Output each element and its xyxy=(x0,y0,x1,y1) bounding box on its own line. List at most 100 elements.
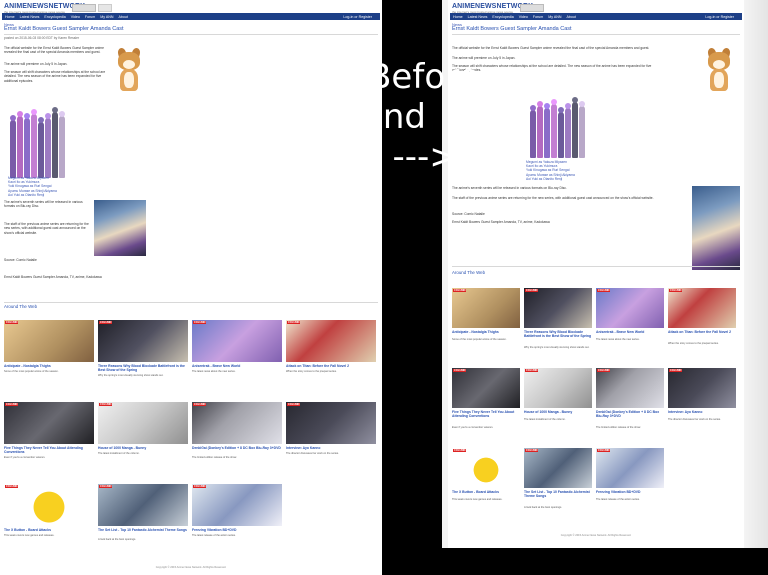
divider xyxy=(4,34,378,35)
related-card[interactable]: COLUMN DenkiGai (Donkey's Edition + 8 DC… xyxy=(192,402,282,482)
header-badge-2[interactable] xyxy=(98,4,112,12)
nav-item[interactable]: Home xyxy=(453,15,463,19)
nav-item[interactable]: About xyxy=(118,15,127,19)
related-card[interactable]: COLUMN DenkiGai (Donkey's Edition + 8 DC… xyxy=(596,368,664,446)
nav-item[interactable]: Encyclopedia xyxy=(44,15,65,19)
card-title[interactable]: The X Button - Board Attacks xyxy=(4,528,94,532)
column-badge: COLUMN xyxy=(193,321,207,324)
column-badge: COLUMN xyxy=(287,403,301,406)
list-item[interactable]: Aoi Yuki as Otanito Renji xyxy=(8,193,57,197)
card-title[interactable]: House of 1000 Manga - Bunny xyxy=(524,410,592,414)
card-title[interactable]: Three Reasons Why Blood Blockade Battlef… xyxy=(98,364,188,372)
related-card[interactable]: COLUMN The Set List - Top 10 Fantastic A… xyxy=(524,448,592,526)
tag-list: Ernst Kaldt Bowers Guest Sampler Amanda,… xyxy=(452,220,550,224)
related-card[interactable]: COLUMN Anisentrak - Brave New World The … xyxy=(192,320,282,400)
card-title[interactable]: Attack on Titan: Before the Fall Novel 2 xyxy=(668,330,736,334)
login-link[interactable]: Log-in or Register xyxy=(705,15,734,19)
related-card[interactable]: COLUMN Attack on Titan: Before the Fall … xyxy=(286,320,376,400)
divider xyxy=(452,34,740,35)
related-grid: COLUMN Anticipate - Nostalgia Thighs Som… xyxy=(452,288,740,528)
related-card[interactable]: COLUMN Anisentrak - Brave New World The … xyxy=(596,288,664,366)
card-desc: Even if you're a convention veteran. xyxy=(452,426,494,429)
card-title[interactable]: Interview: Ayo Kanno xyxy=(668,410,736,414)
card-title[interactable]: Freezing Vibration BD+DVD xyxy=(596,490,664,494)
nav-item[interactable]: Latest News xyxy=(468,15,488,19)
key-visual-image xyxy=(94,200,146,256)
card-title[interactable]: Anisentrak - Brave New World xyxy=(596,330,664,334)
nav-item[interactable]: About xyxy=(566,15,575,19)
nav-item[interactable]: Video xyxy=(519,15,528,19)
nav-item[interactable]: My ANN xyxy=(100,15,113,19)
footer-copyright: Copyright © 2015 Anime News Network. All… xyxy=(155,566,227,569)
related-card[interactable]: COLUMN Freezing Vibration BD+DVD The lat… xyxy=(192,484,282,564)
related-card[interactable]: COLUMN Freezing Vibration BD+DVD The lat… xyxy=(596,448,664,526)
card-title[interactable]: Interview: Ayo Kanno xyxy=(286,446,376,450)
card-title[interactable]: Five Things They Never Tell You About At… xyxy=(452,410,520,418)
card-desc: This week covers new games and releases. xyxy=(4,534,55,537)
card-title[interactable]: Three Reasons Why Blood Blockade Battlef… xyxy=(524,330,592,338)
overlay-and: and xyxy=(362,97,426,137)
article-para: The anime will premiere on July 5 in Jap… xyxy=(452,56,516,60)
card-title[interactable]: Five Things They Never Tell You About At… xyxy=(4,446,94,454)
related-card[interactable]: COLUMN Three Reasons Why Blood Blockade … xyxy=(524,288,592,366)
nav-item[interactable]: Video xyxy=(71,15,80,19)
related-card[interactable]: COLUMN Anticipate - Nostalgia Thighs Som… xyxy=(4,320,94,400)
page-title: Ernst Kaldt Bowers Guest Sampler Amanda … xyxy=(4,26,124,32)
card-title[interactable]: The Set List - Top 10 Fantastic Alchemis… xyxy=(98,528,188,532)
card-title[interactable]: The Set List - Top 10 Fantastic Alchemis… xyxy=(524,490,592,498)
list-item[interactable]: Yuki Kinugasa as Ruri Sengai xyxy=(526,168,575,172)
nav-item[interactable]: Latest News xyxy=(20,15,40,19)
nav-item[interactable]: Home xyxy=(5,15,15,19)
nav-item[interactable]: Encyclopedia xyxy=(492,15,513,19)
column-badge: COLUMN xyxy=(5,485,19,488)
card-title[interactable]: Freezing Vibration BD+DVD xyxy=(192,528,282,532)
related-card[interactable]: COLUMN House of 1000 Manga - Bunny The l… xyxy=(98,402,188,482)
card-title[interactable]: Anisentrak - Brave New World xyxy=(192,364,282,368)
column-badge: COLUMN xyxy=(669,369,683,372)
related-card[interactable]: COLUMN The Set List - Top 10 Fantastic A… xyxy=(98,484,188,564)
tag-list: Ernst Kaldt Bowers Guest Sampler Amanda,… xyxy=(4,275,102,279)
related-card[interactable]: COLUMN Three Reasons Why Blood Blockade … xyxy=(98,320,188,400)
card-title[interactable]: House of 1000 Manga - Bunny xyxy=(98,446,188,450)
card-title[interactable]: Anticipate - Nostalgia Thighs xyxy=(452,330,520,334)
column-badge: COLUMN xyxy=(99,321,113,324)
cast-list: Megumi as Yakuza Miyazen Kaori Ito as Yu… xyxy=(8,176,57,197)
column-badge: COLUMN xyxy=(669,289,683,292)
header-badge[interactable] xyxy=(520,4,544,12)
related-card[interactable]: COLUMN The X Button - Board Attacks This… xyxy=(452,448,520,526)
related-card[interactable]: COLUMN Interview: Ayo Kanno The director… xyxy=(668,368,736,446)
cast-list: Megumi as Yakuza Miyazen Kaori Ito as Yu… xyxy=(526,160,575,181)
card-title[interactable]: The X Button - Board Attacks xyxy=(452,490,520,494)
login-link[interactable]: Log-in or Register xyxy=(343,15,372,19)
related-card[interactable]: COLUMN Interview: Ayo Kanno The director… xyxy=(286,402,376,482)
related-card[interactable]: COLUMN Anticipate - Nostalgia Thighs Som… xyxy=(452,288,520,366)
list-item[interactable]: Aoi Yuki as Otanito Renji xyxy=(526,177,575,181)
source-line: Source: Comic Natalie xyxy=(452,212,485,216)
card-desc: The latest installment of the column. xyxy=(98,452,140,455)
column-badge: COLUMN xyxy=(287,321,301,324)
mascot-dog-image xyxy=(112,47,146,94)
card-desc: When the story comes to the prequel seri… xyxy=(286,370,337,373)
header-badge[interactable] xyxy=(72,4,96,12)
card-title[interactable]: Anticipate - Nostalgia Thighs xyxy=(4,364,94,368)
related-title: Around The Web xyxy=(452,270,486,275)
nav-item[interactable]: My ANN xyxy=(548,15,561,19)
character-lineup-image xyxy=(530,98,586,158)
article-intro: The official website for the Ernst Kaldt… xyxy=(452,46,650,50)
related-card[interactable]: COLUMN Five Things They Never Tell You A… xyxy=(452,368,520,446)
article-para: The anime's seventh series will be relea… xyxy=(452,186,567,190)
list-item[interactable]: Yuki Kinugasa as Ruri Sengai xyxy=(8,184,57,188)
card-title[interactable]: DenkiGai (Donkey's Edition + 8 DC Box Bl… xyxy=(192,446,282,450)
related-card[interactable]: COLUMN Attack on Titan: Before the Fall … xyxy=(668,288,736,366)
related-card[interactable]: COLUMN Five Things They Never Tell You A… xyxy=(4,402,94,482)
related-card[interactable]: COLUMN The X Button - Board Attacks This… xyxy=(4,484,94,564)
card-desc: The latest installment of the column. xyxy=(524,418,566,421)
related-card[interactable]: COLUMN House of 1000 Manga - Bunny The l… xyxy=(524,368,592,446)
nav-item[interactable]: Forum xyxy=(533,15,543,19)
card-desc: Some of the most popular anime of the se… xyxy=(4,370,59,373)
card-title[interactable]: Attack on Titan: Before the Fall Novel 2 xyxy=(286,364,376,368)
card-title[interactable]: DenkiGai (Donkey's Edition + 8 DC Box Bl… xyxy=(596,410,664,418)
related-grid: COLUMN Anticipate - Nostalgia Thighs Som… xyxy=(4,320,378,565)
nav-item[interactable]: Forum xyxy=(85,15,95,19)
column-badge: COLUMN xyxy=(193,403,207,406)
